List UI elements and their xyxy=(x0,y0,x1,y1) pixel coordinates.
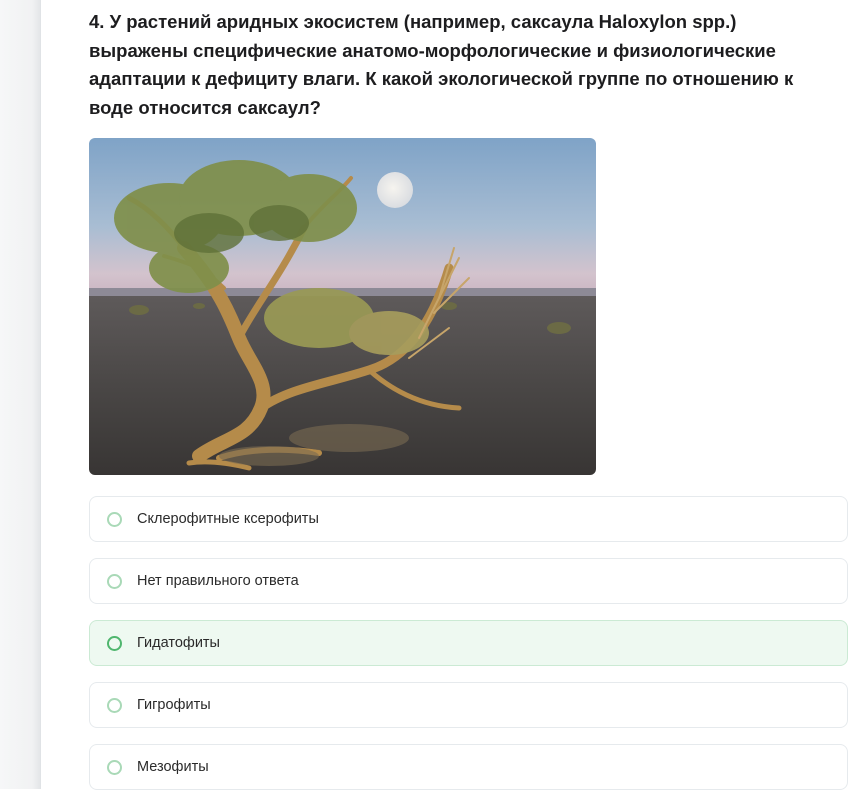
radio-button-icon[interactable] xyxy=(107,635,122,651)
answer-option-label: Нет правильного ответа xyxy=(137,573,299,589)
radio-button-icon[interactable] xyxy=(107,573,122,589)
answer-option-2[interactable]: Нет правильного ответа xyxy=(89,558,848,604)
answer-option-label: Склерофитные ксерофиты xyxy=(137,511,319,527)
radio-button-icon[interactable] xyxy=(107,759,122,775)
answer-option-label: Гигрофиты xyxy=(137,697,211,713)
answer-option-4[interactable]: Гигрофиты xyxy=(89,682,848,728)
answer-option-1[interactable]: Склерофитные ксерофиты xyxy=(89,496,848,542)
answer-option-3[interactable]: Гидатофиты xyxy=(89,620,848,666)
radio-button-icon[interactable] xyxy=(107,697,122,713)
question-card: 4. У растений аридных экосистем (наприме… xyxy=(89,0,859,790)
answer-option-5[interactable]: Мезофиты xyxy=(89,744,848,790)
answer-option-label: Гидатофиты xyxy=(137,635,220,651)
radio-button-icon[interactable] xyxy=(107,511,122,527)
answer-options: Склерофитные ксерофиты Нет правильного о… xyxy=(89,496,848,806)
answer-option-label: Мезофиты xyxy=(137,759,209,775)
question-text: 4. У растений аридных экосистем (наприме… xyxy=(89,11,794,118)
saxaul-photo xyxy=(89,138,596,475)
left-sidebar-edge xyxy=(0,0,41,789)
